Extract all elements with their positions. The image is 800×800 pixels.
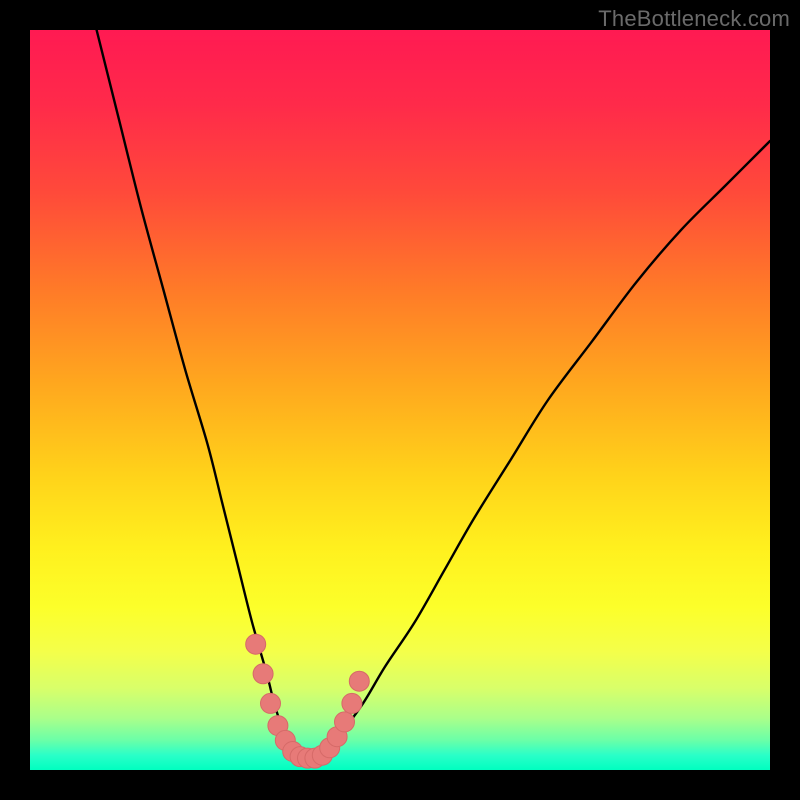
watermark-text: TheBottleneck.com — [598, 6, 790, 32]
highlighted-marker — [342, 693, 362, 713]
highlighted-marker — [246, 634, 266, 654]
highlighted-marker-group — [246, 634, 370, 768]
outer-frame: TheBottleneck.com — [0, 0, 800, 800]
markers-svg — [30, 30, 770, 770]
highlighted-marker — [349, 671, 369, 691]
highlighted-marker — [253, 664, 273, 684]
plot-area — [30, 30, 770, 770]
highlighted-marker — [261, 693, 281, 713]
highlighted-marker — [335, 712, 355, 732]
